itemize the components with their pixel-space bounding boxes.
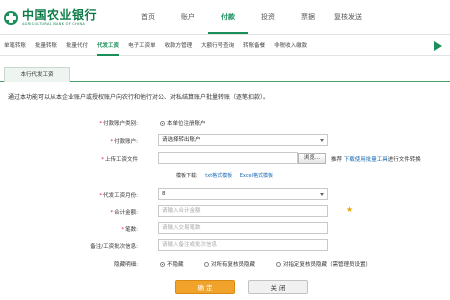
radio-no-hide[interactable]: 不隐藏 <box>160 260 184 268</box>
nav-home[interactable]: 首页 <box>128 0 168 34</box>
radio-hide-specified[interactable]: 对指定复核员隐藏（需管理员设置） <box>276 260 371 268</box>
nav-review-send[interactable]: 复核发送 <box>328 0 368 34</box>
amount-label: 合计金额: <box>114 210 138 216</box>
main-nav: 首页 账户 付款 投资 票据 复核发送 <box>128 0 368 34</box>
upload-label: 上传工资文件 <box>104 157 138 163</box>
chevron-down-icon <box>320 193 324 196</box>
month-label: 代发工资月份: <box>103 193 138 199</box>
radio-checked-icon <box>160 121 165 126</box>
row-amount: *合计金额: 请输入合计金额 ★ <box>0 205 450 219</box>
row-template: 模板下载: txt格式模板 Excel格式模板 <box>176 172 273 179</box>
download-batch-tool-link[interactable]: 下载使用批量工具 <box>344 157 388 163</box>
remark-label: 备注/工资批次信息: <box>90 244 138 250</box>
tab-in-bank-payroll[interactable]: 本行代发工资 <box>4 67 70 82</box>
nav-payment[interactable]: 付款 <box>208 0 248 34</box>
row-month: *代发工资月份: 8 <box>0 188 450 202</box>
required-marker: * <box>101 157 104 163</box>
count-input[interactable]: 请输入交易笔数 <box>158 222 328 234</box>
bank-name-cn: 中国农业银行 <box>22 8 98 22</box>
button-row: 确 定 关 闭 <box>0 280 450 294</box>
chevron-down-icon <box>320 139 324 142</box>
bank-logo[interactable]: 中国农业银行 AGRICULTURAL BANK OF CHINA <box>4 5 97 31</box>
hide-detail-label: 隐藏明细: <box>114 262 138 268</box>
sub-nav-non-tax-payment[interactable]: 非税收入缴款 <box>274 36 307 56</box>
confirm-button[interactable]: 确 定 <box>175 280 235 294</box>
required-marker: * <box>99 121 103 127</box>
sub-nav-batch-payment[interactable]: 批量代付 <box>66 36 88 56</box>
row-upload: *上传工资文件 浏览... 推荐 下载使用批量工具进行文件转换 <box>0 152 450 166</box>
txt-template-link[interactable]: txt格式模板 <box>205 173 232 179</box>
amount-input[interactable]: 请输入合计金额 <box>158 205 328 217</box>
sub-nav-single-transfer[interactable]: 单笔转账 <box>4 36 26 56</box>
sub-nav-bank-code-query[interactable]: 大额行号查询 <box>201 36 234 56</box>
sub-nav-e-payslip[interactable]: 电子工资单 <box>128 36 156 56</box>
nav-bills[interactable]: 票据 <box>288 0 328 34</box>
count-label: 笔数: <box>125 227 138 233</box>
scroll-right-arrow-icon[interactable] <box>434 41 442 51</box>
star-icon: ★ <box>346 205 354 214</box>
row-remark: 备注/工资批次信息: 请输入备注或批次信息 <box>0 239 450 253</box>
sub-nav-payee-management[interactable]: 收款方管理 <box>165 36 193 56</box>
required-marker: * <box>121 227 125 233</box>
month-value: 8 <box>162 191 166 197</box>
template-label: 模板下载: <box>176 173 198 179</box>
radio-hide-specified-label: 对指定复核员隐藏（需管理员设置） <box>283 262 372 268</box>
radio-hide-all-label: 对所有复核员隐藏 <box>211 262 256 268</box>
row-pay-type: *付款账户类别: 本单位注册账户 <box>0 116 450 130</box>
pay-account-value: 请选择转出账户 <box>162 137 201 143</box>
radio-checked-icon <box>160 262 165 267</box>
nav-investment[interactable]: 投资 <box>248 0 288 34</box>
pay-type-radio[interactable]: 本单位注册账户 <box>160 119 206 127</box>
radio-hide-all[interactable]: 对所有复核员隐藏 <box>204 260 255 268</box>
row-hide-detail: 隐藏明细: 不隐藏 对所有复核员隐藏 对指定复核员隐藏（需管理员设置） <box>0 257 450 271</box>
sub-nav: 单笔转账 批量转账 批量代付 代发工资 电子工资单 收款方管理 大额行号查询 转… <box>0 36 450 56</box>
pay-type-label: 付款账户类别: <box>103 121 138 127</box>
close-button[interactable]: 关 闭 <box>248 280 308 294</box>
row-count: *笔数: 请输入交易笔数 <box>0 222 450 236</box>
abc-logo-icon <box>4 11 18 25</box>
sub-nav-transfer-reserve[interactable]: 转账备餐 <box>243 36 265 56</box>
tab-bar: 本行代发工资 <box>0 66 450 82</box>
nav-account[interactable]: 账户 <box>168 0 208 34</box>
radio-unchecked-icon <box>204 262 209 267</box>
month-select[interactable]: 8 <box>158 188 328 200</box>
upload-hint-prefix: 推荐 <box>331 157 343 163</box>
notice-text: 通过本功能可以从本企业账户或授权账户向农行和他行对公、对私结算账户批量转账（逐笔… <box>8 94 270 101</box>
pay-type-option-label: 本单位注册账户 <box>167 121 206 127</box>
pay-account-label: 付款账户: <box>114 139 138 145</box>
radio-no-hide-label: 不隐藏 <box>167 262 184 268</box>
radio-unchecked-icon <box>276 262 281 267</box>
upload-file-input[interactable] <box>158 152 298 164</box>
sub-nav-payroll[interactable]: 代发工资 <box>97 36 120 56</box>
upload-hint-suffix: 进行文件转换 <box>387 157 421 163</box>
browse-button[interactable]: 浏览... <box>298 153 326 164</box>
row-pay-account: *付款账户: 请选择转出账户 <box>0 134 450 148</box>
pay-account-select[interactable]: 请选择转出账户 <box>158 134 328 146</box>
required-marker: * <box>110 139 114 145</box>
excel-template-link[interactable]: Excel格式模板 <box>240 173 273 179</box>
sub-nav-batch-transfer[interactable]: 批量转账 <box>35 36 57 56</box>
remark-input[interactable]: 请输入备注或批次信息 <box>158 239 328 251</box>
required-marker: * <box>110 210 114 216</box>
top-header: 中国农业银行 AGRICULTURAL BANK OF CHINA 首页 账户 … <box>0 0 450 35</box>
required-marker: * <box>99 193 103 199</box>
bank-name-en: AGRICULTURAL BANK OF CHINA <box>22 22 86 26</box>
